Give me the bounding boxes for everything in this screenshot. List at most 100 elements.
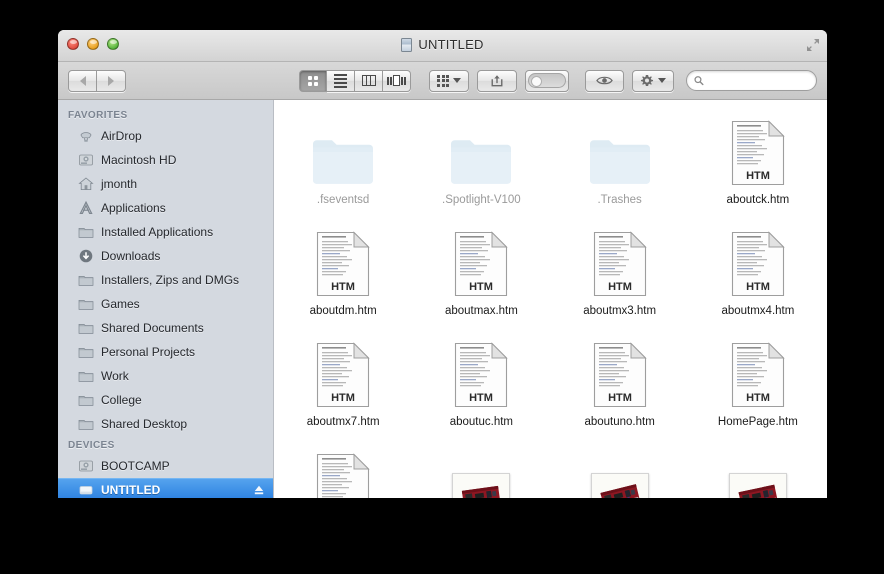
list-icon (334, 73, 347, 88)
file-item[interactable]: HTM aboutck.htm (689, 114, 827, 225)
forward-button[interactable] (97, 69, 126, 92)
window-controls (67, 38, 119, 50)
back-button[interactable] (68, 69, 97, 92)
finder-window: UNTITLED FAVORITES AirDrop Macintosh HD … (58, 30, 827, 498)
image-thumbnail (728, 473, 787, 498)
sidebar-item-label: BOOTCAMP (101, 459, 170, 473)
sidebar-item-college[interactable]: College (58, 388, 273, 412)
sidebar-item-shared-documents[interactable]: Shared Documents (58, 316, 273, 340)
sidebar-item-label: College (101, 393, 142, 407)
file-item[interactable]: HTM aboutmx7.htm (274, 336, 412, 447)
file-icon-slot: HTM (316, 451, 370, 498)
file-label: .Spotlight-V100 (442, 194, 521, 206)
file-icon-slot: HTM (593, 340, 647, 408)
sidebar-item-installers-zips-and-dmgs[interactable]: Installers, Zips and DMGs (58, 268, 273, 292)
file-label: HomePage.htm (717, 416, 798, 428)
search-field[interactable] (686, 70, 817, 91)
edit-tags-button[interactable] (524, 69, 569, 92)
html-document-icon: HTM (455, 342, 509, 408)
eject-icon[interactable] (253, 484, 265, 496)
sidebar-item-downloads[interactable]: Downloads (58, 244, 273, 268)
chevron-down-icon (453, 78, 461, 83)
coverflow-view-button[interactable] (383, 69, 411, 92)
sidebar-item-label: Installed Applications (101, 225, 214, 239)
html-document-icon: HTM (731, 342, 785, 408)
sidebar-item-airdrop[interactable]: AirDrop (58, 124, 273, 148)
window-titlebar[interactable]: UNTITLED (58, 30, 827, 62)
harddisk-icon (79, 460, 93, 472)
sidebar-item-label: Personal Projects (101, 345, 196, 359)
svg-text:HTM: HTM (608, 392, 632, 404)
file-item[interactable]: HTM aboutdm.htm (274, 225, 412, 336)
image-thumbnail (452, 473, 511, 498)
sidebar-item-personal-projects[interactable]: Personal Projects (58, 340, 273, 364)
action-menu-button[interactable] (632, 69, 675, 92)
file-icon-slot: HTM (316, 229, 370, 297)
file-item[interactable]: HTM (274, 447, 412, 498)
sidebar-item-macintosh-hd[interactable]: Macintosh HD (58, 148, 273, 172)
file-item[interactable]: .fseventsd (274, 114, 412, 225)
sidebar-item-applications[interactable]: Applications (58, 196, 273, 220)
image-thumbnail (590, 473, 649, 498)
file-item[interactable]: .Trashes (551, 114, 689, 225)
gear-icon (641, 74, 654, 86)
close-button[interactable] (67, 38, 79, 50)
sidebar-section-header: FAVORITES (68, 110, 128, 121)
file-label: aboutdm.htm (309, 305, 377, 317)
sidebar: FAVORITES AirDrop Macintosh HD jmonth Applic… (58, 100, 274, 498)
file-item[interactable]: HTM aboutmax.htm (412, 225, 550, 336)
airdrop-icon (80, 132, 92, 142)
quick-look-button[interactable] (584, 69, 625, 92)
grid-icon (308, 75, 318, 86)
file-item[interactable]: HTM aboutmx3.htm (551, 225, 689, 336)
folder-icon (78, 395, 94, 406)
file-item[interactable]: HTM aboutmx4.htm (689, 225, 827, 336)
sidebar-item-work[interactable]: Work (58, 364, 273, 388)
svg-text:HTM: HTM (746, 392, 770, 404)
sidebar-item-installed-applications[interactable]: Installed Applications (58, 220, 273, 244)
file-item[interactable] (412, 447, 550, 498)
drive-icon (401, 37, 413, 52)
window-body: FAVORITES AirDrop Macintosh HD jmonth Applic… (58, 100, 827, 498)
harddisk-icon (79, 154, 93, 166)
file-icon-slot: HTM (454, 229, 509, 297)
sidebar-item-jmonth[interactable]: jmonth (58, 172, 273, 196)
list-view-button[interactable] (327, 69, 355, 92)
minimize-button[interactable] (87, 38, 99, 50)
folder-icon (589, 140, 650, 184)
file-icon-slot: HTM (454, 340, 509, 408)
svg-text:HTM: HTM (746, 281, 770, 293)
file-item[interactable]: .Spotlight-V100 (412, 114, 550, 225)
arrange-button[interactable] (429, 69, 469, 92)
folder-icon (78, 371, 94, 382)
sidebar-item-bootcamp[interactable]: BOOTCAMP (58, 454, 273, 478)
window-title-group: UNTITLED (58, 37, 827, 52)
sidebar-item-games[interactable]: Games (58, 292, 273, 316)
zoom-button[interactable] (107, 38, 119, 50)
column-view-button[interactable] (355, 69, 383, 92)
file-item[interactable] (551, 447, 689, 498)
sidebar-item-label: Shared Documents (101, 321, 204, 335)
search-input[interactable] (708, 74, 809, 87)
file-grid: .fseventsd .Spotlight-V100 .Trashes HTM abou… (274, 114, 827, 498)
file-item[interactable] (689, 447, 827, 498)
svg-text:HTM: HTM (331, 281, 355, 293)
thumbnail-preview (733, 477, 783, 498)
icon-view-button[interactable] (299, 69, 327, 92)
sidebar-section-header: DEVICES (68, 440, 115, 451)
sidebar-item-shared-desktop[interactable]: Shared Desktop (58, 412, 273, 436)
file-browser-area[interactable]: .fseventsd .Spotlight-V100 .Trashes HTM abou… (274, 100, 827, 498)
eye-icon (596, 76, 613, 85)
columns-icon (361, 75, 376, 86)
share-button[interactable] (477, 69, 517, 92)
sidebar-item-untitled[interactable]: UNTITLED (58, 478, 273, 498)
chevron-left-icon (79, 75, 86, 86)
file-item[interactable]: HTM aboutuc.htm (412, 336, 550, 447)
file-item[interactable]: HTM aboutuno.htm (551, 336, 689, 447)
file-item[interactable]: HTM HomePage.htm (689, 336, 827, 447)
folder-icon (78, 275, 94, 286)
file-icon-slot (588, 118, 652, 186)
html-document-icon: HTM (317, 231, 370, 297)
file-icon-slot (728, 451, 787, 498)
fullscreen-button[interactable] (806, 38, 820, 52)
